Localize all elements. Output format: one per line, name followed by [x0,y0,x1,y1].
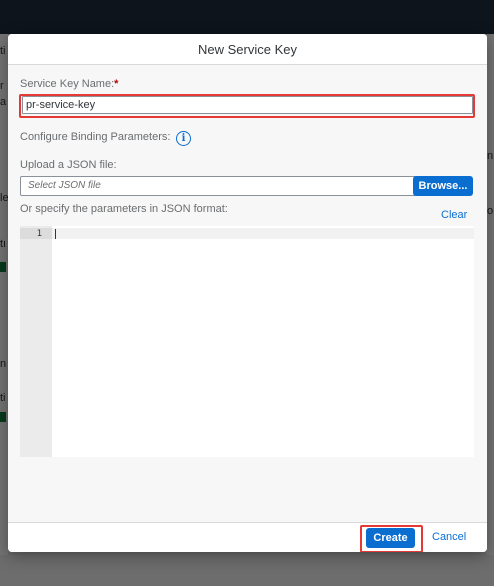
dialog-header: New Service Key [8,34,487,65]
json-format-label: Or specify the parameters in JSON format… [20,203,228,215]
service-key-name-label-text: Service Key Name: [20,78,115,90]
text-cursor [55,229,56,239]
json-editor[interactable]: 1 [20,226,474,457]
dialog-title: New Service Key [198,41,297,57]
upload-json-label: Upload a JSON file: [20,159,117,171]
new-service-key-dialog: New Service Key Service Key Name:* pr-se… [8,34,487,552]
create-button[interactable]: Create [366,528,415,548]
cancel-button[interactable]: Cancel [432,531,466,543]
json-file-input[interactable]: Select JSON file [20,176,418,196]
service-key-name-input[interactable]: pr-service-key [22,96,473,114]
editor-gutter [20,226,52,457]
clear-button[interactable]: Clear [441,209,467,221]
browse-button[interactable]: Browse... [413,176,473,196]
required-marker: * [114,78,119,90]
line-number: 1 [36,229,42,239]
service-key-name-label: Service Key Name:* [20,78,118,90]
editor-gutter-active-line: 1 [20,228,52,239]
binding-parameters-label: Configure Binding Parameters: [20,131,171,143]
editor-active-line [52,228,474,239]
info-icon[interactable]: i [176,131,191,146]
